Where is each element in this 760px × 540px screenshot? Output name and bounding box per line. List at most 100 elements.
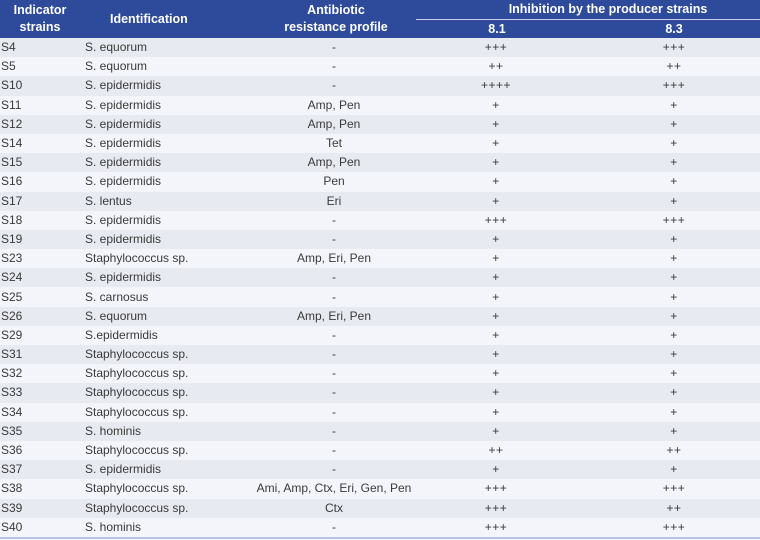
cell-resistance-profile: Amp, Pen xyxy=(228,114,416,134)
table-row: S26 S. equorum Amp, Eri, Pen + + xyxy=(0,306,760,326)
cell-inhibition-8-1: + xyxy=(416,133,588,154)
cell-strain: S38 xyxy=(0,479,80,499)
table-row: S5 S. equorum - ++ ++ xyxy=(0,57,760,77)
cell-inhibition-8-3: + xyxy=(588,172,760,192)
cell-inhibition-8-3: + xyxy=(588,383,760,403)
cell-strain: S15 xyxy=(0,153,80,173)
cell-strain: S18 xyxy=(0,210,80,230)
cell-inhibition-8-1: + xyxy=(416,153,588,173)
table-row: S19 S. epidermidis - + + xyxy=(0,229,760,250)
cell-resistance-profile: - xyxy=(228,440,416,461)
table-row: S11 S. epidermidis Amp, Pen + + xyxy=(0,95,760,115)
cell-resistance-profile: - xyxy=(228,38,416,58)
header-indicator-strains: Indicator strains xyxy=(0,0,80,38)
cell-inhibition-8-1: + xyxy=(416,345,588,365)
cell-identification: Staphylococcus sp. xyxy=(80,440,228,461)
table-body: S4 S. equorum - +++ +++ S5 S. equorum - … xyxy=(0,38,760,539)
cell-resistance-profile: - xyxy=(228,210,416,230)
table-row: S25 S. carnosus - + + xyxy=(0,287,760,307)
cell-inhibition-8-3: ++ xyxy=(588,498,760,518)
cell-inhibition-8-3: + xyxy=(588,287,760,307)
cell-resistance-profile: - xyxy=(228,383,416,403)
cell-identification: S. equorum xyxy=(80,57,228,77)
cell-inhibition-8-1: + xyxy=(416,402,588,422)
cell-inhibition-8-1: ++ xyxy=(416,440,588,461)
header-producer-8-3: 8.3 xyxy=(588,19,760,38)
cell-inhibition-8-3: + xyxy=(588,402,760,422)
cell-inhibition-8-3: + xyxy=(588,268,760,288)
cell-inhibition-8-1: +++ xyxy=(416,517,588,539)
cell-inhibition-8-3: + xyxy=(588,133,760,154)
cell-inhibition-8-1: + xyxy=(416,325,588,345)
cell-strain: S26 xyxy=(0,306,80,326)
cell-inhibition-8-1: + xyxy=(416,306,588,326)
cell-resistance-profile: - xyxy=(228,460,416,480)
table-header: Indicator strains Identification Antibio… xyxy=(0,0,760,38)
cell-strain: S40 xyxy=(0,517,80,539)
cell-inhibition-8-1: + xyxy=(416,287,588,307)
cell-identification: S. epidermidis xyxy=(80,172,228,192)
cell-resistance-profile: Amp, Eri, Pen xyxy=(228,249,416,269)
table-row: S39 Staphylococcus sp. Ctx +++ ++ xyxy=(0,498,760,518)
cell-identification: S. hominis xyxy=(80,517,228,539)
header-identification: Identification xyxy=(80,0,228,38)
table-row: S36 Staphylococcus sp. - ++ ++ xyxy=(0,440,760,461)
cell-strain: S33 xyxy=(0,383,80,403)
table-row: S18 S. epidermidis - +++ +++ xyxy=(0,210,760,230)
cell-identification: Staphylococcus sp. xyxy=(80,402,228,422)
cell-inhibition-8-1: ++++ xyxy=(416,76,588,96)
cell-resistance-profile: - xyxy=(228,364,416,384)
cell-identification: S. epidermidis xyxy=(80,153,228,173)
cell-identification: S. hominis xyxy=(80,421,228,441)
cell-inhibition-8-3: + xyxy=(588,345,760,365)
table-row: S4 S. equorum - +++ +++ xyxy=(0,38,760,58)
cell-inhibition-8-3: + xyxy=(588,229,760,250)
cell-strain: S35 xyxy=(0,421,80,441)
cell-resistance-profile: - xyxy=(228,325,416,345)
table-row: S15 S. epidermidis Amp, Pen + + xyxy=(0,153,760,173)
cell-resistance-profile: - xyxy=(228,268,416,288)
cell-strain: S12 xyxy=(0,114,80,134)
cell-resistance-profile: - xyxy=(228,421,416,441)
cell-inhibition-8-3: + xyxy=(588,191,760,211)
cell-inhibition-8-1: + xyxy=(416,172,588,192)
cell-strain: S17 xyxy=(0,191,80,211)
cell-identification: S. epidermidis xyxy=(80,460,228,480)
cell-strain: S31 xyxy=(0,345,80,365)
cell-identification: Staphylococcus sp. xyxy=(80,498,228,518)
cell-inhibition-8-1: ++ xyxy=(416,57,588,77)
cell-strain: S36 xyxy=(0,440,80,461)
cell-strain: S14 xyxy=(0,133,80,154)
cell-identification: S. epidermidis xyxy=(80,268,228,288)
cell-strain: S32 xyxy=(0,364,80,384)
cell-identification: S. epidermidis xyxy=(80,76,228,96)
cell-inhibition-8-1: + xyxy=(416,421,588,441)
cell-strain: S19 xyxy=(0,229,80,250)
table-row: S14 S. epidermidis Tet + + xyxy=(0,133,760,154)
cell-inhibition-8-1: + xyxy=(416,364,588,384)
cell-inhibition-8-3: + xyxy=(588,460,760,480)
cell-inhibition-8-1: + xyxy=(416,191,588,211)
cell-resistance-profile: - xyxy=(228,287,416,307)
cell-inhibition-8-1: + xyxy=(416,229,588,250)
cell-identification: Staphylococcus sp. xyxy=(80,383,228,403)
cell-identification: S. epidermidis xyxy=(80,133,228,154)
cell-resistance-profile: - xyxy=(228,402,416,422)
cell-inhibition-8-1: + xyxy=(416,249,588,269)
cell-inhibition-8-3: +++ xyxy=(588,76,760,96)
cell-strain: S23 xyxy=(0,249,80,269)
cell-resistance-profile: Amp, Pen xyxy=(228,153,416,173)
cell-inhibition-8-1: +++ xyxy=(416,38,588,58)
cell-identification: S. epidermidis xyxy=(80,229,228,250)
cell-strain: S4 xyxy=(0,38,80,58)
cell-identification: Staphylococcus sp. xyxy=(80,345,228,365)
cell-strain: S16 xyxy=(0,172,80,192)
table-row: S12 S. epidermidis Amp, Pen + + xyxy=(0,114,760,134)
cell-identification: S. equorum xyxy=(80,38,228,58)
table-row: S35 S. hominis - + + xyxy=(0,421,760,441)
cell-inhibition-8-3: + xyxy=(588,421,760,441)
table-row: S33 Staphylococcus sp. - + + xyxy=(0,383,760,403)
cell-strain: S34 xyxy=(0,402,80,422)
cell-inhibition-8-3: + xyxy=(588,153,760,173)
table-row: S31 Staphylococcus sp. - + + xyxy=(0,345,760,365)
